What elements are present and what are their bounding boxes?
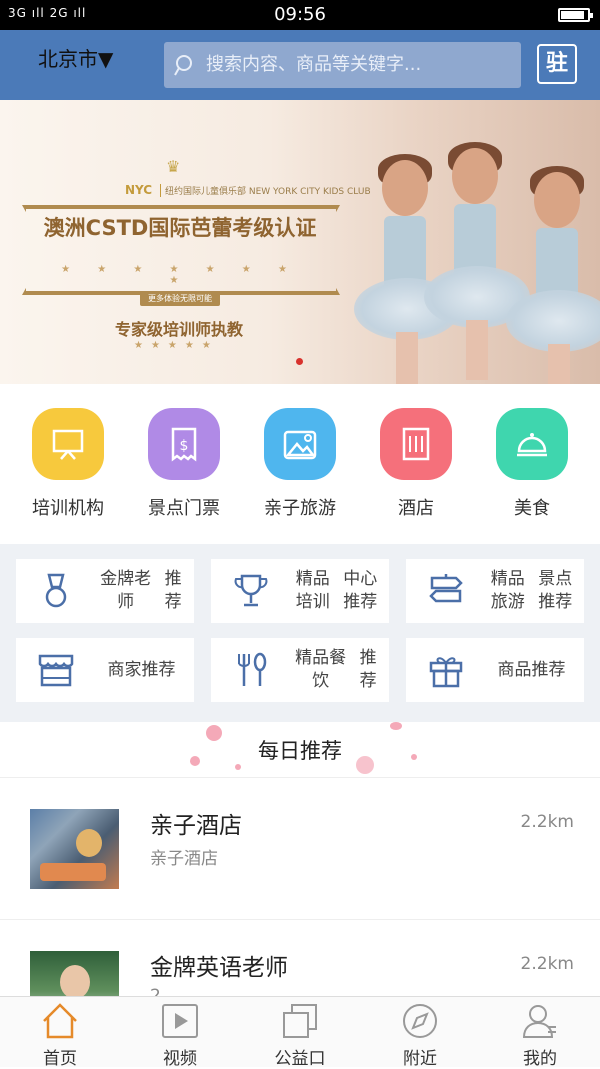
feature-dining[interactable]: 精品餐饮 推荐 [211,638,389,702]
petal-decoration [356,756,374,774]
item-name: 金牌英语老师 [150,955,288,981]
feature-grid: 金牌老师 推荐 精品培训 中心推荐 精品旅游 景点推荐 商家推荐 精品餐饮 推荐 商品推… [0,544,600,722]
section-title: 每日推荐 [258,739,342,763]
user-icon [522,1005,556,1038]
whiteboard-icon [32,408,104,480]
category-label: 美食 [514,498,550,519]
building-icon [380,408,452,480]
item-subtitle: 亲子酒店 [150,849,218,869]
tab-charity[interactable]: 公益口 [240,997,360,1069]
banner-pill: 更多体验无限可能 [140,292,220,306]
petal-decoration [206,725,222,741]
feature-label: 商品推荐 [497,659,566,680]
dancer-image [506,166,600,384]
mountain-icon [264,408,336,480]
feature-label-2: 景点推荐 [538,569,573,612]
category-label: 亲子旅游 [264,498,336,519]
category-row: 培训机构 $ 景点门票 亲子旅游 酒店 美食 [0,384,600,544]
trophy-icon [234,574,268,607]
ticket-icon: $ [148,408,220,480]
status-bar: 3G ıll 2G ıll 09:56 [0,0,600,30]
cloche-icon [496,408,568,480]
category-food[interactable]: 美食 [477,408,587,520]
gift-icon [429,657,463,688]
charity-icon [283,1004,317,1038]
search-icon [174,55,192,76]
category-tickets[interactable]: $ 景点门票 [129,408,239,520]
feature-label-2: 中心推荐 [343,569,378,612]
feature-label: 精品旅游 [490,569,525,612]
petal-decoration [411,754,417,760]
home-icon [43,1003,77,1039]
item-thumbnail [30,809,119,889]
feature-label: 商家推荐 [107,659,176,680]
clock: 09:56 [274,4,326,25]
dancer-image [424,142,530,380]
brand-subtitle: 纽约国际儿童俱乐部 NEW YORK CITY KIDS CLUB [160,184,371,197]
daily-recommend-header: 每日推荐 [0,722,600,778]
search-input[interactable]: 搜索内容、商品等关键字... [164,42,521,88]
list-item[interactable]: 亲子酒店 亲子酒店 2.2km [0,778,600,920]
category-hotel[interactable]: 酒店 [361,408,471,520]
tab-label: 首页 [43,1049,77,1069]
banner-title: 澳洲CSTD国际芭蕾考级认证 [43,216,317,240]
feature-products[interactable]: 商品推荐 [406,638,584,702]
carousel-indicator[interactable] [296,358,303,365]
star-rating-decoration: ★★★★★ [134,340,219,351]
feature-training-center[interactable]: 精品培训 中心推荐 [211,559,389,623]
tab-label: 我的 [523,1049,557,1069]
tab-home[interactable]: 首页 [0,997,120,1069]
bottom-tab-bar: 首页 视频 公益口 附近 我的 [0,996,600,1069]
crown-icon: ♛ [166,157,181,176]
medal-icon [45,573,67,608]
brand-logo: NYC [125,183,153,197]
signpost-icon [429,574,463,603]
tab-nearby[interactable]: 附近 [360,997,480,1069]
petal-decoration [235,764,241,770]
petal-decoration [190,756,200,766]
feature-label: 精品培训 [295,569,330,612]
item-distance: 2.2km [520,954,574,974]
item-name: 亲子酒店 [150,813,242,839]
feature-merchants[interactable]: 商家推荐 [16,638,194,702]
video-icon [162,1004,198,1038]
banner-dots-decoration: ★ ★ ★ ★ ★ ★ ★ ★ [61,264,299,286]
settle-in-button[interactable]: 驻 [537,44,577,84]
svg-text:$: $ [180,438,189,454]
cutlery-icon [238,652,267,686]
tab-video[interactable]: 视频 [120,997,240,1069]
category-family-travel[interactable]: 亲子旅游 [245,408,355,520]
top-bar: 北京市▼ 搜索内容、商品等关键字... 驻 [0,30,600,100]
feature-gold-teacher[interactable]: 金牌老师 推荐 [16,559,194,623]
item-distance: 2.2km [520,812,574,832]
tab-label: 附近 [403,1049,437,1069]
tab-mine[interactable]: 我的 [480,997,600,1069]
category-label: 酒店 [398,498,434,519]
feature-label-2: 推荐 [164,569,182,612]
petal-decoration [390,722,402,730]
search-placeholder: 搜索内容、商品等关键字... [206,54,422,75]
battery-icon [558,8,593,22]
promo-banner[interactable]: ♛ NYC 纽约国际儿童俱乐部 NEW YORK CITY KIDS CLUB … [0,100,600,384]
city-selector[interactable]: 北京市▼ [38,43,113,72]
banner-subtitle: 专家级培训师执教 [115,320,244,339]
category-label: 景点门票 [148,498,220,519]
tab-label: 视频 [163,1049,197,1069]
tab-label: 公益口 [274,1049,326,1069]
feature-label: 金牌老师 [100,569,152,612]
category-label: 培训机构 [32,498,104,519]
category-training[interactable]: 培训机构 [13,408,123,520]
feature-label-2: 推荐 [359,648,377,691]
shop-icon [38,654,74,687]
compass-icon [403,1004,437,1038]
feature-travel-spots[interactable]: 精品旅游 景点推荐 [406,559,584,623]
feature-label: 精品餐饮 [295,648,347,691]
